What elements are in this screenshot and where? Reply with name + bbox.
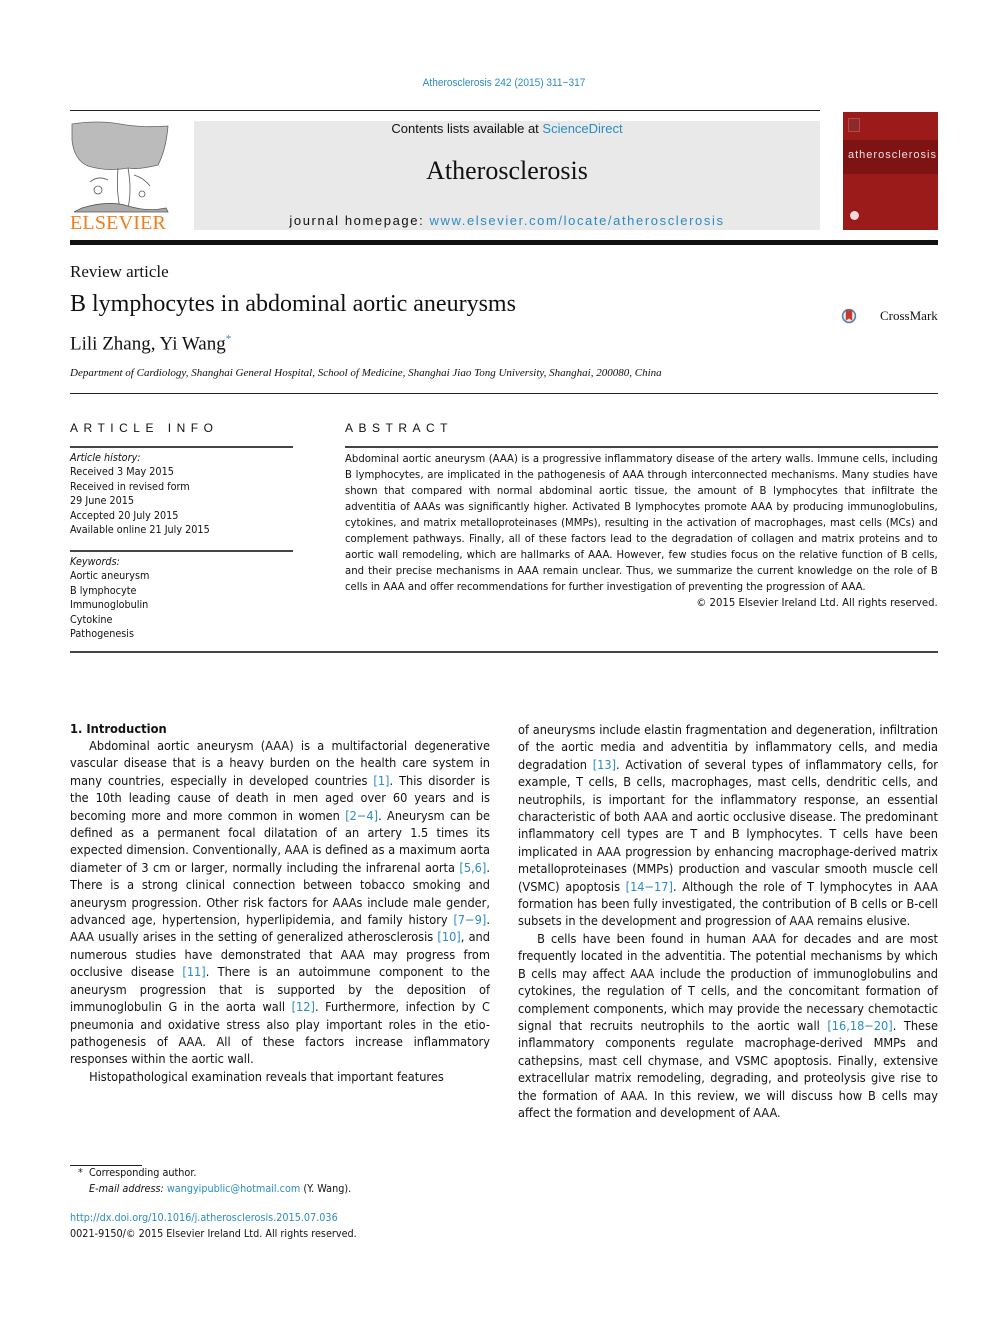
article-info-rule [70,446,293,448]
affiliation-rule [70,393,938,394]
contents-prefix: Contents lists available at [391,121,543,136]
abstract-heading: ABSTRACT [345,421,454,435]
keywords-label: Keywords: [70,556,120,568]
email-label: E-mail address: [89,1182,167,1195]
citation-link[interactable]: [7−9] [453,912,486,927]
cover-publisher-icon [848,118,860,132]
body-paragraph: of aneurysms include elastin fragmentati… [518,722,938,929]
abstract-copyright: © 2015 Elsevier Ireland Ltd. All rights … [696,596,938,609]
body-column-left: Abdominal aortic aneurysm (AAA) is a mul… [70,737,490,1085]
citation-link[interactable]: [13] [593,757,616,772]
keyword-item: Aortic aneurysm [70,570,150,583]
body-paragraph: Histopathological examination reveals th… [89,1068,444,1084]
abstract-body: Abdominal aortic aneurysm (AAA) is a pro… [345,452,938,593]
crossmark-icon[interactable] [841,296,881,336]
email-suffix: (Y. Wang). [300,1182,352,1195]
journal-citation-link[interactable]: Atherosclerosis 242 (2015) 311−317 [40,77,967,89]
keywords-rule [70,550,293,552]
history-item: 29 June 2015 [70,495,135,508]
keyword-item: Immunoglobulin [70,599,149,612]
corresponding-author-mark[interactable]: * [226,333,232,345]
elsevier-wordmark: ELSEVIER [70,212,167,234]
contents-line: Contents lists available at ScienceDirec… [194,121,820,136]
citation-link[interactable]: [16,18−20] [827,1018,892,1033]
author-list: Lili Zhang, Yi Wang* [70,333,231,355]
keyword-item: Pathogenesis [70,628,135,641]
author-names: Lili Zhang, Yi Wang [70,333,226,355]
front-matter-rule [70,651,938,653]
citation-link[interactable]: [5,6] [459,860,486,875]
issn-copyright: 0021-9150/© 2015 Elsevier Ireland Ltd. A… [70,1227,357,1240]
cover-society-icon [850,211,859,220]
body-paragraph: Abdominal aortic aneurysm (AAA) is a mul… [70,738,490,1067]
citation-link[interactable]: [2−4] [345,808,378,823]
affiliation: Department of Cardiology, Shanghai Gener… [70,367,662,379]
author-email-link[interactable]: wangyipublic@hotmail.com [167,1183,300,1195]
footnote-mark: * [78,1167,83,1179]
article-type: Review article [70,262,169,281]
homepage-line: journal homepage: www.elsevier.com/locat… [194,213,820,228]
abstract: Abdominal aortic aneurysm (AAA) is a pro… [345,451,938,611]
keyword-item: B lymphocyte [70,584,137,597]
doi-block: http://dx.doi.org/10.1016/j.atherosclero… [70,1211,357,1242]
body-column-right: of aneurysms include elastin fragmentati… [518,721,938,1121]
citation-link[interactable]: [10] [437,929,460,944]
body-paragraph: B cells have been found in human AAA for… [518,930,938,1120]
citation-link[interactable]: [12] [292,999,315,1014]
article-history-label: Article history: [70,452,141,464]
homepage-prefix: journal homepage: [289,213,430,228]
history-item: Received in revised form [70,480,190,493]
keyword-item: Cytokine [70,613,113,626]
journal-homepage-link[interactable]: www.elsevier.com/locate/atherosclerosis [430,213,725,228]
article-history: Article history: Received 3 May 2015 Rec… [70,451,210,537]
header-rule [70,110,820,111]
journal-cover-image[interactable]: atherosclerosis [843,112,938,230]
history-item: Available online 21 July 2015 [70,524,210,537]
section-heading-introduction: 1. Introduction [70,721,167,736]
history-item: Accepted 20 July 2015 [70,509,179,522]
crossmark-label[interactable]: CrossMark [880,308,938,324]
corresponding-author-footnote: * Corresponding author. E-mail address: … [78,1166,351,1197]
corresponding-author-label: Corresponding author. [88,1167,197,1179]
citation-link[interactable]: [11] [182,964,205,979]
citation-link[interactable]: [1] [373,773,389,788]
journal-name: Atherosclerosis [426,156,588,185]
article-info-heading: ARTICLE INFO [70,421,219,435]
sciencedirect-link[interactable]: ScienceDirect [542,121,622,136]
doi-link[interactable]: http://dx.doi.org/10.1016/j.atherosclero… [70,1212,338,1224]
abstract-rule [345,446,938,448]
citation-link[interactable]: [14−17] [626,879,673,894]
keywords: Keywords: Aortic aneurysm B lymphocyte I… [70,555,149,641]
history-item: Received 3 May 2015 [70,466,174,479]
header-thick-rule [70,240,938,245]
article-title: B lymphocytes in abdominal aortic aneury… [70,291,516,317]
cover-title: atherosclerosis [848,149,937,161]
